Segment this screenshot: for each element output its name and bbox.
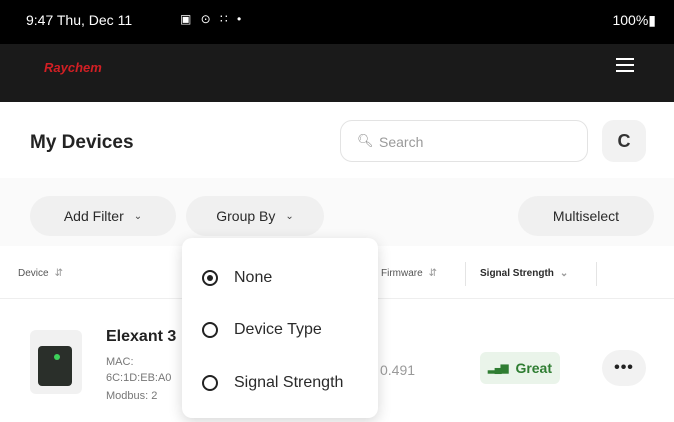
battery-indicator: 100%▮ [612,12,656,28]
column-label: Signal Strength [480,268,554,279]
chevron-down-icon: ⌄ [285,210,294,222]
multiselect-button[interactable]: Multiselect [518,196,654,236]
group-by-option-signal-strength[interactable]: Signal Strength [202,371,343,395]
device-name: Elexant 3 [106,328,177,345]
device-image [38,346,72,386]
status-time: 9:47 Thu, Dec 11 [26,12,133,28]
signal-strength-badge: ▂▄▆ Great [480,352,560,384]
hamburger-icon[interactable] [616,58,634,72]
more-options-button[interactable]: ••• [602,350,646,386]
group-by-menu: None Device Type Signal Strength [182,238,378,418]
refresh-icon: C [617,130,631,151]
status-led-icon [54,354,60,360]
column-divider [465,262,466,286]
sort-active-icon: ⌄ [559,268,569,279]
more-icon: ••• [614,359,634,376]
add-filter-button[interactable]: Add Filter ⌄ [30,196,176,236]
multiselect-label: Multiselect [552,208,620,224]
radio-icon[interactable] [202,322,218,338]
mac-label: MAC: [106,356,134,368]
search-icon: 🔍︎ [357,133,374,148]
firmware-version: 0.491 [380,362,416,378]
add-filter-label: Add Filter [63,208,124,224]
chevron-down-icon: ⌄ [133,210,143,222]
option-label: Device Type [234,321,322,338]
group-by-button[interactable]: Group By ⌄ [186,196,324,236]
column-header-firmware[interactable]: Firmware ⇵ [381,268,437,279]
status-bar: 9:47 Thu, Dec 11 ▣ ⊙ ∷ • 100%▮ [0,0,674,44]
sort-icon: ⇵ [428,268,438,279]
group-by-option-device-type[interactable]: Device Type [202,318,322,342]
group-by-option-none[interactable]: None [202,266,272,290]
group-by-label: Group By [216,208,276,224]
column-header-device[interactable]: Device ⇵ [18,268,63,279]
option-label: None [234,269,273,286]
search-input[interactable] [377,131,571,153]
column-divider [596,262,597,286]
signal-bars-icon: ▂▄▆ [487,362,508,374]
sort-icon: ⇵ [54,268,63,279]
refresh-button[interactable]: C [602,120,646,162]
page-title: My Devices [30,132,134,153]
mac-value: 6C:1D:EB:A0 [106,372,172,384]
column-header-signal[interactable]: Signal Strength ⌄ [480,268,568,279]
column-label: Firmware [381,268,423,279]
option-label: Signal Strength [234,374,344,391]
signal-label: Great [515,360,553,376]
radio-selected-icon[interactable] [202,270,218,286]
brand-logo: Raychem [44,60,102,75]
search-box[interactable]: 🔍︎ [340,120,588,162]
modbus-address: Modbus: 2 [106,390,158,402]
radio-icon[interactable] [202,375,218,391]
status-icons: ▣ ⊙ ∷ • [180,12,245,26]
column-label: Device [18,268,49,279]
